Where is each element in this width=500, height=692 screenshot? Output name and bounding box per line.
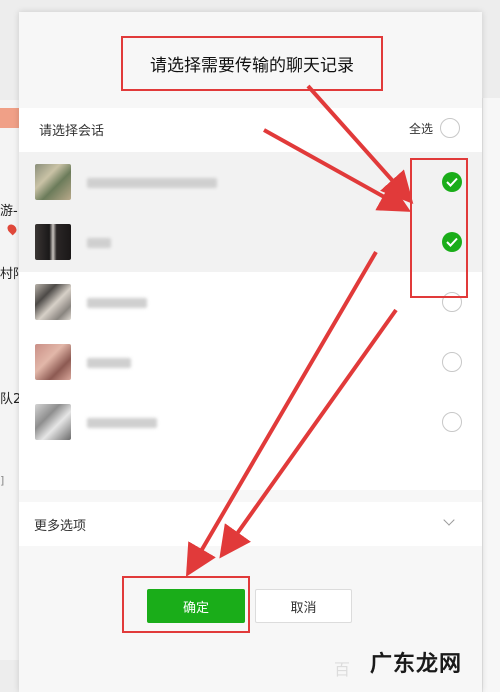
watermark-ghost: 百	[333, 660, 350, 679]
chat-avatar	[35, 224, 71, 260]
chat-name	[87, 298, 147, 308]
chat-name	[87, 358, 131, 368]
background-text: 游-	[0, 204, 18, 219]
annotation-highlight-checkboxes	[410, 158, 468, 298]
list-label: 请选择会话	[39, 124, 105, 139]
chevron-down-icon[interactable]	[443, 514, 455, 526]
chat-avatar	[35, 344, 71, 380]
more-options-row[interactable]: 更多选项	[19, 502, 482, 546]
dialog-header: 请选择需要传输的聊天记录	[19, 12, 482, 104]
more-options-label: 更多选项	[34, 519, 87, 534]
chat-name	[87, 178, 217, 188]
chat-select-checkbox[interactable]	[442, 352, 462, 372]
dialog-title: 请选择需要传输的聊天记录	[121, 36, 383, 91]
chat-avatar	[35, 284, 71, 320]
watermark: 广东龙网	[369, 652, 462, 677]
list-header: 请选择会话 全选	[19, 108, 482, 152]
background-text: ]	[0, 474, 5, 487]
cancel-button[interactable]: 取消	[255, 589, 352, 623]
chat-select-checkbox[interactable]	[442, 412, 462, 432]
background-right-panel	[482, 98, 500, 692]
chat-avatar	[35, 404, 71, 440]
chat-name	[87, 418, 157, 428]
chat-row[interactable]	[19, 332, 482, 392]
chat-avatar	[35, 164, 71, 200]
select-all-radio[interactable]	[440, 118, 460, 138]
annotation-highlight-confirm	[122, 576, 250, 633]
transfer-chat-dialog: 请选择需要传输的聊天记录 请选择会话 全选 更多选项 确定 取消	[19, 12, 482, 692]
chat-name	[87, 238, 111, 248]
chat-row[interactable]	[19, 392, 482, 452]
select-all-label[interactable]: 全选	[409, 120, 433, 137]
